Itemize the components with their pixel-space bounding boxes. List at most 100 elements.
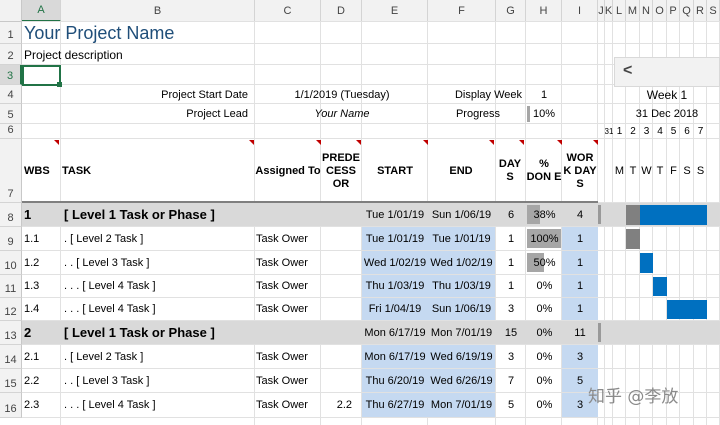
row-header-6[interactable]: 6 bbox=[0, 124, 22, 139]
task-name[interactable]: . [ Level 2 Task ] bbox=[62, 345, 254, 368]
row-header-1[interactable]: 1 bbox=[0, 22, 22, 44]
task-percent-done[interactable]: 0% bbox=[527, 369, 562, 392]
row-header-12[interactable]: 12 bbox=[0, 298, 22, 321]
task-work-days[interactable]: 4 bbox=[562, 203, 598, 226]
task-days[interactable]: 5 bbox=[496, 393, 526, 417]
task-days[interactable]: 3 bbox=[496, 345, 526, 368]
comment-indicator[interactable] bbox=[356, 140, 361, 145]
row-header-14[interactable]: 14 bbox=[0, 345, 22, 369]
row-header-5[interactable]: 5 bbox=[0, 104, 22, 124]
task-assigned-to[interactable] bbox=[256, 203, 320, 226]
task-wbs[interactable]: 2 bbox=[24, 321, 60, 344]
task-days[interactable]: 7 bbox=[496, 369, 526, 392]
task-percent-done[interactable]: 0% bbox=[527, 298, 562, 320]
comment-indicator[interactable] bbox=[316, 140, 321, 145]
task-work-days[interactable]: 1 bbox=[562, 251, 598, 274]
task-assigned-to[interactable]: Task Ower bbox=[256, 298, 320, 320]
task-end-date[interactable]: Wed 6/19/19 bbox=[428, 345, 495, 368]
column-header-e[interactable]: E bbox=[362, 0, 428, 22]
task-days[interactable]: 1 bbox=[496, 251, 526, 274]
task-start-date[interactable]: Thu 1/03/19 bbox=[362, 275, 428, 297]
column-header-i[interactable]: I bbox=[562, 0, 598, 22]
task-end-date[interactable]: Wed 1/02/19 bbox=[428, 251, 495, 274]
task-predecessor[interactable] bbox=[322, 298, 358, 320]
project-description[interactable]: Project description bbox=[24, 44, 354, 66]
task-name[interactable]: . . . [ Level 4 Task ] bbox=[62, 275, 254, 297]
column-header-q[interactable]: Q bbox=[680, 0, 694, 22]
task-start-date[interactable]: Tue 1/01/19 bbox=[362, 203, 428, 226]
task-percent-done[interactable]: 50% bbox=[527, 251, 562, 274]
task-start-date[interactable]: Fri 1/04/19 bbox=[362, 298, 428, 320]
gantt-bar-todo[interactable] bbox=[640, 253, 653, 273]
task-predecessor[interactable] bbox=[322, 227, 358, 250]
task-days[interactable]: 6 bbox=[496, 203, 526, 226]
row-header-4[interactable]: 4 bbox=[0, 85, 22, 104]
task-wbs[interactable]: 1 bbox=[24, 203, 60, 226]
task-days[interactable]: 1 bbox=[496, 227, 526, 250]
gantt-bar-done[interactable] bbox=[626, 229, 640, 249]
task-days[interactable]: 3 bbox=[496, 298, 526, 320]
column-header-s[interactable]: S bbox=[707, 0, 720, 22]
task-work-days[interactable]: 1 bbox=[562, 275, 598, 297]
row-header-10[interactable]: 10 bbox=[0, 251, 22, 275]
row-header-2[interactable]: 2 bbox=[0, 44, 22, 65]
project-lead-value[interactable]: Your Name bbox=[256, 104, 428, 124]
progress-cell[interactable]: 10% bbox=[527, 104, 561, 124]
comment-indicator[interactable] bbox=[54, 140, 59, 145]
gantt-bar-todo[interactable] bbox=[640, 205, 707, 225]
task-end-date[interactable]: Thu 1/03/19 bbox=[428, 275, 495, 297]
task-start-date[interactable]: Mon 6/17/19 bbox=[362, 321, 428, 344]
task-start-date[interactable]: Mon 6/17/19 bbox=[362, 345, 428, 368]
task-predecessor[interactable] bbox=[322, 251, 358, 274]
task-assigned-to[interactable]: Task Ower bbox=[256, 275, 320, 297]
task-predecessor[interactable] bbox=[322, 369, 358, 392]
gantt-bar-todo[interactable] bbox=[667, 300, 707, 319]
task-percent-done[interactable]: 0% bbox=[527, 345, 562, 368]
column-header-a[interactable]: A bbox=[22, 0, 61, 22]
row-header-13[interactable]: 13 bbox=[0, 321, 22, 345]
column-header-d[interactable]: D bbox=[321, 0, 362, 22]
task-name[interactable]: [ Level 1 Task or Phase ] bbox=[62, 203, 254, 226]
gantt-bar-todo[interactable] bbox=[653, 277, 667, 296]
comment-indicator[interactable] bbox=[557, 140, 562, 145]
task-predecessor[interactable]: 2.2 bbox=[322, 393, 358, 417]
task-start-date[interactable]: Wed 1/02/19 bbox=[362, 251, 428, 274]
comment-indicator[interactable] bbox=[423, 140, 428, 145]
task-start-date[interactable]: Tue 1/01/19 bbox=[362, 227, 428, 250]
task-start-date[interactable]: Thu 6/27/19 bbox=[362, 393, 428, 417]
task-percent-done[interactable]: 0% bbox=[527, 321, 562, 344]
comment-indicator[interactable] bbox=[593, 140, 598, 145]
task-end-date[interactable]: Sun 1/06/19 bbox=[428, 203, 495, 226]
column-header-r[interactable]: R bbox=[694, 0, 707, 22]
row-header-3[interactable]: 3 bbox=[0, 65, 22, 85]
task-start-date[interactable]: Thu 6/20/19 bbox=[362, 369, 428, 392]
start-date-value[interactable]: 1/1/2019 (Tuesday) bbox=[256, 85, 428, 105]
task-name[interactable]: . . . [ Level 4 Task ] bbox=[62, 393, 254, 417]
row-header-7[interactable]: 7 bbox=[0, 139, 22, 203]
task-name[interactable]: [ Level 1 Task or Phase ] bbox=[62, 321, 254, 344]
task-end-date[interactable]: Mon 7/01/19 bbox=[428, 321, 495, 344]
task-wbs[interactable]: 2.2 bbox=[24, 369, 60, 392]
task-assigned-to[interactable]: Task Ower bbox=[256, 251, 320, 274]
gantt-bar-done[interactable] bbox=[626, 205, 640, 225]
comment-indicator[interactable] bbox=[249, 140, 254, 145]
task-days[interactable]: 15 bbox=[496, 321, 526, 344]
task-name[interactable]: . [ Level 2 Task ] bbox=[62, 227, 254, 250]
task-wbs[interactable]: 1.4 bbox=[24, 298, 60, 320]
task-percent-done[interactable]: 0% bbox=[527, 275, 562, 297]
task-end-date[interactable]: Sun 1/06/19 bbox=[428, 298, 495, 320]
task-days[interactable]: 1 bbox=[496, 275, 526, 297]
column-header-p[interactable]: P bbox=[667, 0, 680, 22]
task-end-date[interactable]: Wed 6/26/19 bbox=[428, 369, 495, 392]
task-assigned-to[interactable]: Task Ower bbox=[256, 227, 320, 250]
column-header-c[interactable]: C bbox=[255, 0, 321, 22]
task-wbs[interactable]: 1.1 bbox=[24, 227, 60, 250]
column-header-l[interactable]: L bbox=[613, 0, 626, 22]
task-name[interactable]: . . . [ Level 4 Task ] bbox=[62, 298, 254, 320]
row-header-8[interactable]: 8 bbox=[0, 203, 22, 227]
task-percent-done[interactable]: 38% bbox=[527, 203, 562, 226]
column-header-g[interactable]: G bbox=[496, 0, 526, 22]
task-wbs[interactable]: 1.2 bbox=[24, 251, 60, 274]
comment-indicator[interactable] bbox=[489, 140, 494, 145]
active-cell-a3[interactable] bbox=[22, 65, 61, 86]
